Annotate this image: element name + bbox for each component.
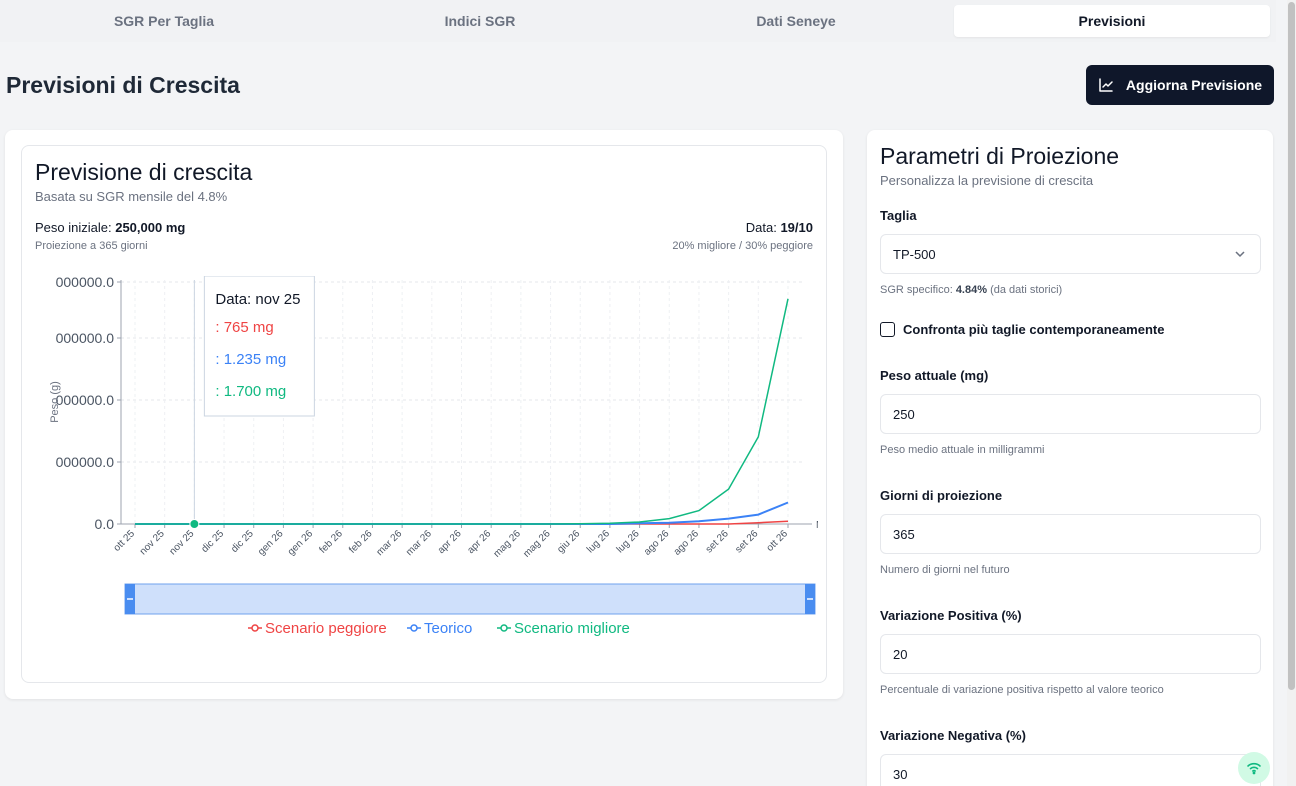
peso-input[interactable]: 250 xyxy=(880,394,1261,434)
tab-sgr-per-taglia[interactable]: SGR Per Taglia xyxy=(6,5,322,37)
date-value: Data: 19/10 xyxy=(745,220,813,235)
x-tick-label: gen 26 xyxy=(286,528,316,558)
x-tick-label: giu 26 xyxy=(555,528,582,555)
x-tick-label: dic 25 xyxy=(200,528,227,555)
update-forecast-button[interactable]: Aggiorna Previsione xyxy=(1086,65,1274,105)
x-tick-label: feb 26 xyxy=(317,528,345,556)
taglia-value: TP-500 xyxy=(893,246,936,262)
line-chart-icon xyxy=(1099,78,1113,92)
negative-variation-label: Variazione Negativa (%) xyxy=(880,728,1026,743)
x-tick-label: ago 26 xyxy=(642,528,672,558)
x-tick-label: mag 26 xyxy=(521,528,553,560)
y-axis-title: Peso (g) xyxy=(49,381,61,423)
legend-marker xyxy=(500,624,508,632)
x-tick-label: apr 26 xyxy=(436,528,464,556)
tooltip-entry: : 1.700 mg xyxy=(215,383,286,400)
peso-hint: Peso medio attuale in milligrammi xyxy=(880,444,1045,456)
peso-label: Peso attuale (mg) xyxy=(880,368,989,383)
card-subtitle: Basata su SGR mensile del 4.8% xyxy=(35,189,228,204)
legend-marker xyxy=(251,624,259,632)
taglia-select[interactable]: TP-500 xyxy=(880,234,1261,274)
legend-marker xyxy=(410,624,418,632)
tooltip-entry: : 765 mg xyxy=(215,319,273,336)
y-tick-label: 000000.0 xyxy=(56,392,115,408)
x-tick-label: mar 26 xyxy=(404,528,434,558)
wifi-status-button[interactable] xyxy=(1238,752,1270,784)
y-tick-label: 000000.0 xyxy=(56,276,115,290)
taglia-label: Taglia xyxy=(880,208,917,223)
y-tick-label: 000000.0 xyxy=(56,454,115,470)
projection-params-panel: Parametri di Proiezione Personalizza la … xyxy=(867,130,1273,786)
x-tick-label: lug 26 xyxy=(615,528,642,555)
scrollbar-thumb[interactable] xyxy=(1288,2,1295,690)
x-tick-label: gen 26 xyxy=(256,528,286,558)
update-forecast-label: Aggiorna Previsione xyxy=(1125,77,1263,93)
giorni-label: Giorni di proiezione xyxy=(880,488,1003,503)
x-tick-label: mag 26 xyxy=(492,528,524,560)
giorni-input[interactable]: 365 xyxy=(880,514,1261,554)
hover-point xyxy=(189,519,200,529)
x-tick-label: nov 25 xyxy=(167,528,196,557)
x-tick-label: ott 25 xyxy=(112,528,138,554)
tab-previsioni[interactable]: Previsioni xyxy=(954,5,1270,37)
legend-label: Teorico xyxy=(424,620,472,637)
x-tick-label: mar 26 xyxy=(374,528,404,558)
x-tick-label: nov 25 xyxy=(138,528,167,557)
checkbox-box[interactable] xyxy=(880,322,895,337)
tab-indici-sgr[interactable]: Indici SGR xyxy=(322,5,638,37)
initial-weight: Peso iniziale: 250,000 mg xyxy=(35,220,186,235)
wifi-icon xyxy=(1247,762,1261,775)
x-tick-label: ago 26 xyxy=(672,528,702,558)
forecast-panel: Previsione di crescita Basata su SGR men… xyxy=(5,130,843,699)
positive-variation-hint: Percentuale di variazione positiva rispe… xyxy=(880,684,1164,696)
tooltip-title: Data: nov 25 xyxy=(215,291,300,308)
tab-bar: SGR Per Taglia Indici SGR Dati Seneye Pr… xyxy=(0,0,1276,42)
x-tick-label: lug 26 xyxy=(585,528,612,555)
x-tick-label: set 26 xyxy=(733,528,760,555)
brush-range xyxy=(124,583,816,615)
params-title: Parametri di Proiezione xyxy=(880,143,1120,169)
x-tick-label: dic 25 xyxy=(229,528,256,555)
sgr-hint: SGR specifico: 4.84% (da dati storici) xyxy=(880,284,1063,296)
y-tick-label: 0.0 xyxy=(95,516,115,532)
projection-days: Proiezione a 365 giorni xyxy=(35,240,148,252)
forecast-card: Previsione di crescita Basata su SGR men… xyxy=(21,145,827,683)
page-scrollbar[interactable] xyxy=(1287,0,1296,786)
positive-variation-input[interactable]: 20 xyxy=(880,634,1261,674)
tooltip-entry: : 1.235 mg xyxy=(215,351,286,368)
legend-label: Scenario migliore xyxy=(514,620,630,637)
positive-variation-label: Variazione Positiva (%) xyxy=(880,608,1022,623)
x-tick-label: apr 26 xyxy=(465,528,493,556)
x-axis-end-label: M2 xyxy=(816,520,818,531)
compare-sizes-label: Confronta più taglie contemporaneamente xyxy=(903,322,1165,337)
negative-variation-input[interactable]: 30 xyxy=(880,754,1261,786)
x-tick-label: ott 26 xyxy=(765,528,791,554)
x-tick-label: set 26 xyxy=(704,528,731,555)
y-tick-label: 000000.0 xyxy=(56,330,115,346)
growth-chart: 0.0 000000.0 000000.0 000000.0 000000.0 ott 2… xyxy=(49,276,818,637)
card-title: Previsione di crescita xyxy=(35,159,253,185)
legend-label: Scenario peggiore xyxy=(265,620,387,637)
params-subtitle: Personalizza la previsione di crescita xyxy=(880,173,1094,188)
giorni-hint: Numero di giorni nel futuro xyxy=(880,564,1010,576)
compare-sizes-checkbox[interactable]: Confronta più taglie contemporaneamente xyxy=(880,322,1164,337)
tab-dati-seneye[interactable]: Dati Seneye xyxy=(638,5,954,37)
page-title: Previsioni di Crescita xyxy=(6,72,240,98)
chevron-down-icon xyxy=(1235,251,1245,258)
x-tick-label: feb 26 xyxy=(347,528,375,556)
variation-note: 20% migliore / 30% peggiore xyxy=(672,240,813,252)
